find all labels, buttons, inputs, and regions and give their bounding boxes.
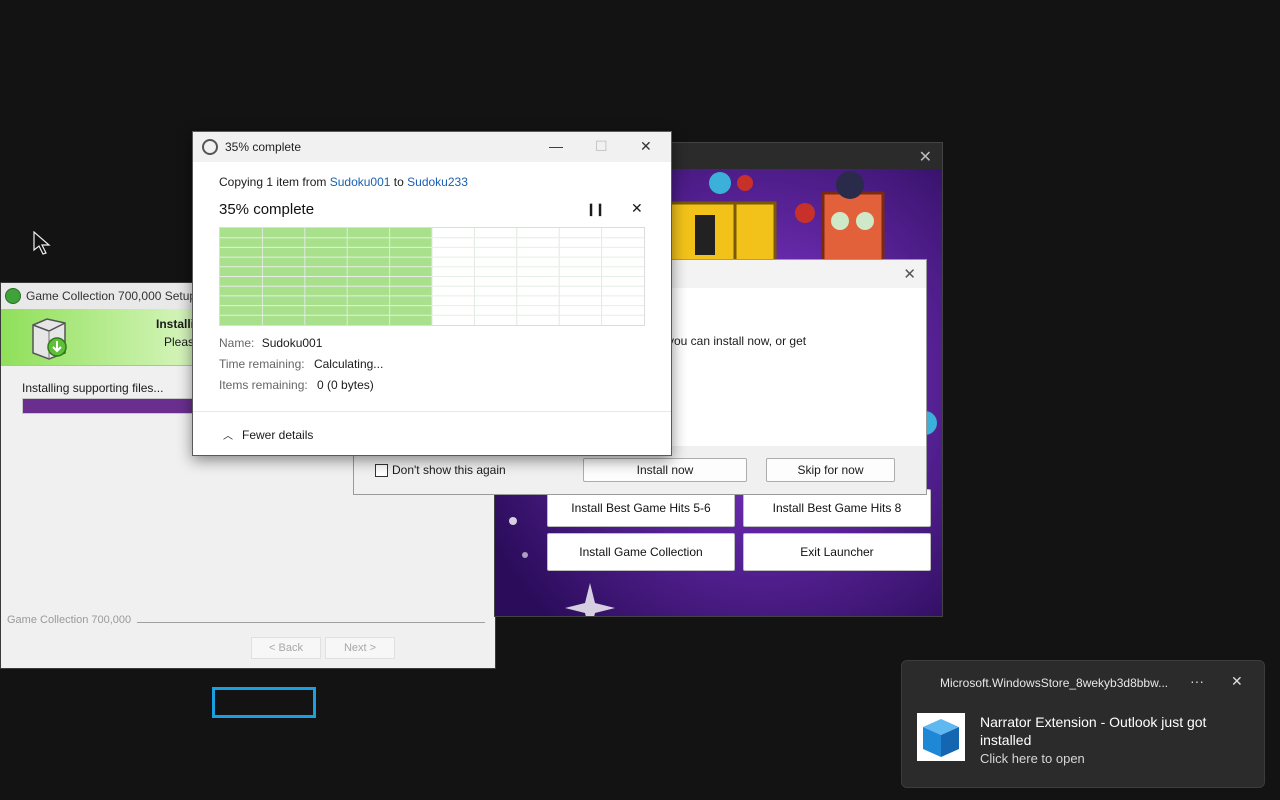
back-button[interactable]: < Back [251, 637, 321, 659]
pause-icon[interactable]: ❙❙ [586, 202, 605, 216]
toast-subtext: Click here to open [980, 751, 1085, 766]
install-box-icon [32, 318, 67, 360]
install-now-button[interactable]: Install now [583, 458, 747, 482]
install-game-collection-button[interactable]: Install Game Collection [547, 533, 735, 571]
setup-app-icon [5, 288, 21, 304]
setup-status-text: Installing supporting files... [22, 381, 164, 395]
items-remaining-key: Items remaining: [219, 378, 308, 392]
copying-prefix: Copying 1 item from [219, 175, 330, 189]
setup-divider [137, 622, 485, 623]
name-row: Name: Sudoku001 [219, 336, 322, 350]
launcher-close-icon[interactable]: ✕ [919, 147, 932, 167]
setup-title: Game Collection 700,000 Setup [26, 289, 197, 303]
dialog-close-icon[interactable]: ✕ [903, 265, 916, 283]
maximize-icon[interactable]: ☐ [595, 138, 608, 155]
minimize-icon[interactable]: — [549, 138, 563, 154]
fewer-details-toggle[interactable]: ︿ Fewer details [223, 427, 314, 443]
copying-summary: Copying 1 item from Sudoku001 to Sudoku2… [219, 175, 468, 189]
more-options-icon[interactable]: ··· [1190, 673, 1204, 689]
clock-icon [202, 139, 218, 155]
to-word: to [390, 175, 408, 189]
focus-highlight-rectangle [212, 687, 316, 718]
copy-title-bar[interactable]: 35% complete — ☐ ✕ [193, 132, 671, 162]
toast-notification[interactable]: Microsoft.WindowsStore_8wekyb3d8bbw... ·… [901, 660, 1265, 788]
toast-close-icon[interactable]: ✕ [1231, 673, 1243, 690]
chevron-up-icon: ︿ [223, 431, 233, 442]
copy-window-title: 35% complete [225, 140, 302, 154]
name-key: Name: [219, 336, 255, 350]
toast-app-name: Microsoft.WindowsStore_8wekyb3d8bbw... [940, 676, 1169, 690]
source-folder-link[interactable]: Sudoku001 [330, 175, 391, 189]
transfer-progress-graph [219, 227, 645, 326]
fewer-details-label: Fewer details [242, 427, 314, 442]
details-separator [193, 411, 671, 412]
checkbox-box[interactable] [375, 463, 388, 477]
exit-launcher-button[interactable]: Exit Launcher [743, 533, 931, 571]
package-box-icon [917, 713, 965, 761]
setup-banner-title: Installi [156, 317, 195, 331]
time-remaining-value: Calculating... [313, 357, 384, 371]
items-remaining-value: 0 (0 bytes) [317, 378, 374, 392]
destination-folder-link[interactable]: Sudoku233 [407, 175, 468, 189]
cancel-icon[interactable]: ✕ [631, 200, 643, 217]
copy-progress-window: 35% complete — ☐ ✕ Copying 1 item from S… [192, 131, 672, 456]
skip-for-now-button[interactable]: Skip for now [766, 458, 895, 482]
dont-show-again-checkbox[interactable]: Don't show this again [375, 463, 506, 477]
time-remaining-row: Time remaining: Calculating... [219, 357, 383, 371]
name-value: Sudoku001 [261, 336, 323, 350]
setup-brand-label: Game Collection 700,000 [7, 614, 132, 626]
dialog-message: you can install now, or get [668, 334, 807, 348]
time-remaining-key: Time remaining: [219, 357, 305, 371]
setup-progress-fill [23, 399, 195, 413]
percent-complete-heading: 35% complete [219, 201, 315, 218]
toast-heading: Narrator Extension - Outlook just got in… [980, 714, 1207, 748]
next-button[interactable]: Next > [325, 637, 395, 659]
items-remaining-row: Items remaining: 0 (0 bytes) [219, 378, 374, 392]
close-icon[interactable]: ✕ [640, 138, 652, 155]
mouse-cursor-icon [33, 231, 51, 255]
dont-show-again-label: Don't show this again [392, 463, 506, 477]
